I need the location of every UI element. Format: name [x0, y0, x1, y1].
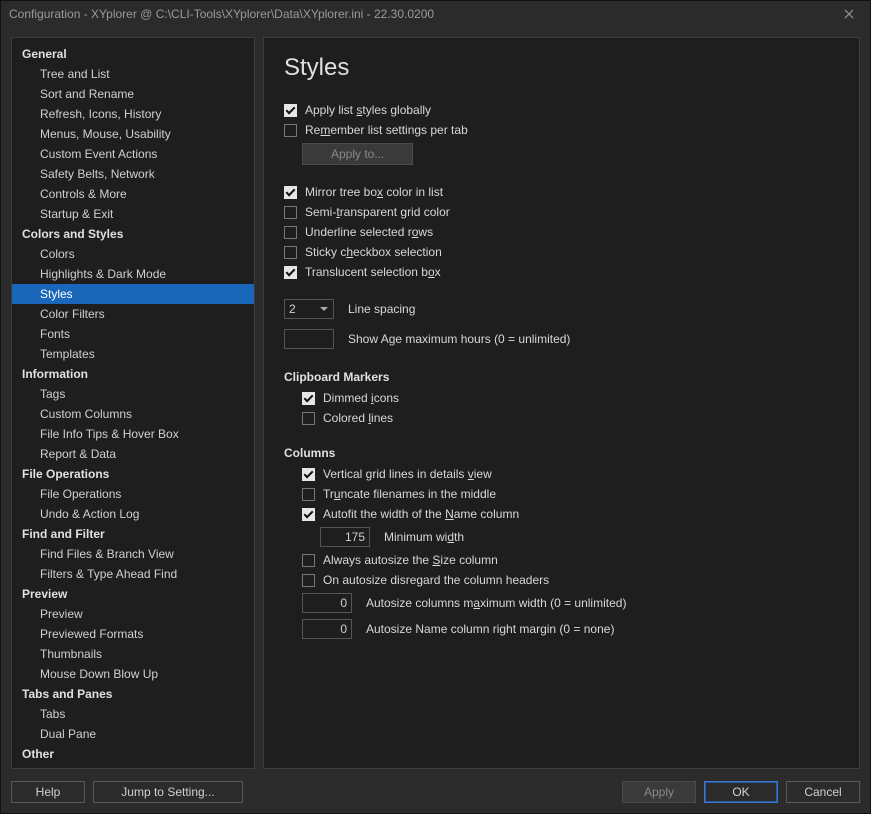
help-button[interactable]: Help — [11, 781, 85, 803]
ok-button[interactable]: OK — [704, 781, 778, 803]
jump-to-setting-button[interactable]: Jump to Setting... — [93, 781, 243, 803]
sidebar[interactable]: GeneralTree and ListSort and RenameRefre… — [11, 37, 255, 769]
sidebar-item[interactable]: Fonts — [12, 324, 254, 344]
apply-list-styles-globally-label: Apply list styles globally — [305, 103, 431, 117]
sidebar-item[interactable]: Menus, Mouse, Usability — [12, 124, 254, 144]
sidebar-item[interactable]: Filters & Type Ahead Find — [12, 564, 254, 584]
semi-transparent-grid-label: Semi-transparent grid color — [305, 205, 450, 219]
titlebar: Configuration - XYplorer @ C:\CLI-Tools\… — [1, 1, 870, 27]
sidebar-category: File Operations — [12, 464, 254, 484]
remember-list-settings-checkbox[interactable] — [284, 124, 297, 137]
sidebar-category: Information — [12, 364, 254, 384]
sidebar-item[interactable]: Mouse Down Blow Up — [12, 664, 254, 684]
sidebar-item[interactable]: Color Filters — [12, 304, 254, 324]
translucent-selection-checkbox[interactable] — [284, 266, 297, 279]
sidebar-item[interactable]: Shell Integration — [12, 764, 254, 769]
sidebar-item[interactable]: Previewed Formats — [12, 624, 254, 644]
sidebar-item[interactable]: Safety Belts, Network — [12, 164, 254, 184]
sidebar-item[interactable]: Templates — [12, 344, 254, 364]
autosize-disregard-headers-label: On autosize disregard the column headers — [323, 573, 549, 587]
sidebar-item[interactable]: Styles — [12, 284, 254, 304]
sticky-checkbox-checkbox[interactable] — [284, 246, 297, 259]
cancel-button[interactable]: Cancel — [786, 781, 860, 803]
apply-to-button[interactable]: Apply to... — [302, 143, 413, 165]
columns-heading: Columns — [284, 428, 839, 464]
sidebar-item[interactable]: Custom Event Actions — [12, 144, 254, 164]
footer: Help Jump to Setting... Apply OK Cancel — [1, 775, 870, 813]
translucent-selection-label: Translucent selection box — [305, 265, 441, 279]
sidebar-category: Preview — [12, 584, 254, 604]
colored-lines-label: Colored lines — [323, 411, 393, 425]
close-icon[interactable] — [832, 2, 866, 26]
sidebar-category: Find and Filter — [12, 524, 254, 544]
vertical-grid-checkbox[interactable] — [302, 468, 315, 481]
sidebar-item[interactable]: Tabs — [12, 704, 254, 724]
autosize-max-width-input[interactable] — [302, 593, 352, 613]
sidebar-category: Tabs and Panes — [12, 684, 254, 704]
truncate-filenames-checkbox[interactable] — [302, 488, 315, 501]
sidebar-item[interactable]: Controls & More — [12, 184, 254, 204]
age-max-hours-input[interactable] — [284, 329, 334, 349]
sidebar-category: General — [12, 44, 254, 64]
sidebar-item[interactable]: Refresh, Icons, History — [12, 104, 254, 124]
min-width-label: Minimum width — [384, 530, 464, 544]
autosize-max-width-label: Autosize columns maximum width (0 = unli… — [366, 596, 626, 610]
window-title: Configuration - XYplorer @ C:\CLI-Tools\… — [9, 7, 832, 21]
mirror-tree-box-label: Mirror tree box color in list — [305, 185, 443, 199]
sidebar-item[interactable]: Custom Columns — [12, 404, 254, 424]
sidebar-item[interactable]: Find Files & Branch View — [12, 544, 254, 564]
sidebar-item[interactable]: Tags — [12, 384, 254, 404]
vertical-grid-label: Vertical grid lines in details view — [323, 467, 492, 481]
sidebar-item[interactable]: Sort and Rename — [12, 84, 254, 104]
apply-list-styles-globally-checkbox[interactable] — [284, 104, 297, 117]
min-width-input[interactable] — [320, 527, 370, 547]
content: Styles Apply list styles globally Rememb… — [263, 37, 860, 769]
clipboard-markers-heading: Clipboard Markers — [284, 352, 839, 388]
colored-lines-checkbox[interactable] — [302, 412, 315, 425]
sidebar-item[interactable]: Report & Data — [12, 444, 254, 464]
autosize-size-label: Always autosize the Size column — [323, 553, 498, 567]
autofit-name-label: Autofit the width of the Name column — [323, 507, 519, 521]
sidebar-category: Colors and Styles — [12, 224, 254, 244]
sticky-checkbox-label: Sticky checkbox selection — [305, 245, 442, 259]
sidebar-item[interactable]: Undo & Action Log — [12, 504, 254, 524]
sidebar-item[interactable]: File Info Tips & Hover Box — [12, 424, 254, 444]
autosize-disregard-headers-checkbox[interactable] — [302, 574, 315, 587]
autofit-name-checkbox[interactable] — [302, 508, 315, 521]
dimmed-icons-label: Dimmed icons — [323, 391, 399, 405]
sidebar-item[interactable]: Preview — [12, 604, 254, 624]
apply-button[interactable]: Apply — [622, 781, 696, 803]
sidebar-item[interactable]: Highlights & Dark Mode — [12, 264, 254, 284]
sidebar-item[interactable]: Startup & Exit — [12, 204, 254, 224]
underline-rows-checkbox[interactable] — [284, 226, 297, 239]
config-window: Configuration - XYplorer @ C:\CLI-Tools\… — [0, 0, 871, 814]
sidebar-item[interactable]: File Operations — [12, 484, 254, 504]
age-max-hours-label: Show Age maximum hours (0 = unlimited) — [348, 332, 570, 346]
sidebar-category: Other — [12, 744, 254, 764]
sidebar-item[interactable]: Dual Pane — [12, 724, 254, 744]
body: GeneralTree and ListSort and RenameRefre… — [1, 27, 870, 775]
autosize-name-margin-label: Autosize Name column right margin (0 = n… — [366, 622, 614, 636]
mirror-tree-box-checkbox[interactable] — [284, 186, 297, 199]
line-spacing-select[interactable] — [284, 299, 334, 319]
dimmed-icons-checkbox[interactable] — [302, 392, 315, 405]
underline-rows-label: Underline selected rows — [305, 225, 433, 239]
page-title: Styles — [284, 54, 839, 82]
line-spacing-label: Line spacing — [348, 302, 415, 316]
sidebar-item[interactable]: Tree and List — [12, 64, 254, 84]
remember-list-settings-label: Remember list settings per tab — [305, 123, 468, 137]
semi-transparent-grid-checkbox[interactable] — [284, 206, 297, 219]
autosize-name-margin-input[interactable] — [302, 619, 352, 639]
autosize-size-checkbox[interactable] — [302, 554, 315, 567]
sidebar-item[interactable]: Thumbnails — [12, 644, 254, 664]
sidebar-item[interactable]: Colors — [12, 244, 254, 264]
truncate-filenames-label: Truncate filenames in the middle — [323, 487, 496, 501]
